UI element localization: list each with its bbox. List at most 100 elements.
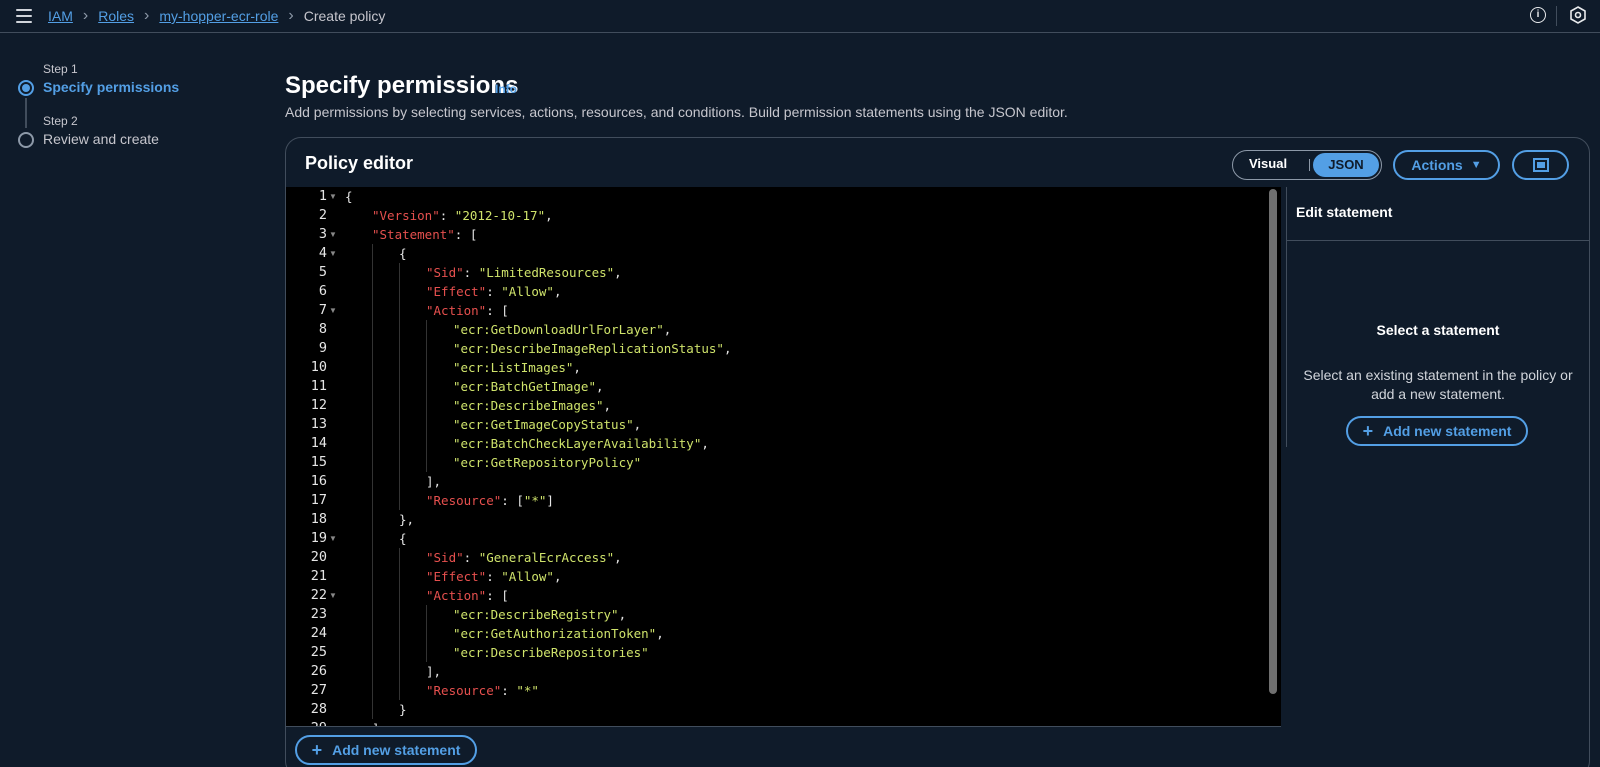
code-line[interactable]: "Sid": "GeneralEcrAccess",	[426, 548, 622, 567]
indent-guide	[426, 643, 427, 662]
json-punctuation: ],	[426, 664, 442, 679]
json-punctuation: ,	[701, 436, 709, 451]
divider	[1556, 6, 1557, 26]
top-navigation-bar: IAM › Roles › my-hopper-ecr-role › Creat…	[0, 0, 1600, 33]
json-punctuation: :	[439, 208, 455, 223]
json-string: "ecr:GetDownloadUrlForLayer"	[453, 322, 664, 337]
code-line[interactable]: "Action": [	[426, 301, 509, 320]
code-line[interactable]: "Effect": "Allow",	[426, 282, 562, 301]
breadcrumb-role[interactable]: my-hopper-ecr-role	[159, 8, 278, 24]
code-line[interactable]: "ecr:DescribeRepositories"	[453, 643, 649, 662]
json-punctuation: },	[399, 512, 415, 527]
indent-guide	[399, 301, 400, 320]
code-line[interactable]: "Effect": "Allow",	[426, 567, 562, 586]
indent-guide	[399, 434, 400, 453]
json-punctuation: ,	[545, 208, 553, 223]
code-line[interactable]: "Statement": [	[372, 225, 477, 244]
code-line[interactable]: "ecr:DescribeImageReplicationStatus",	[453, 339, 731, 358]
breadcrumb-roles[interactable]: Roles	[98, 8, 134, 24]
json-key: "Effect"	[426, 569, 487, 584]
indent-guide	[426, 453, 427, 472]
code-line[interactable]: "ecr:BatchCheckLayerAvailability",	[453, 434, 709, 453]
code-line[interactable]: "ecr:DescribeRegistry",	[453, 605, 626, 624]
fold-arrow-icon[interactable]: ▼	[329, 591, 337, 600]
json-string: "ecr:DescribeImageReplicationStatus"	[453, 341, 724, 356]
code-line[interactable]: "ecr:GetAuthorizationToken",	[453, 624, 664, 643]
info-icon[interactable]: i	[1530, 7, 1546, 23]
indent-guide	[372, 605, 373, 624]
code-line[interactable]: "Sid": "LimitedResources",	[426, 263, 622, 282]
fullscreen-icon	[1532, 158, 1549, 172]
info-link[interactable]: Info	[495, 82, 517, 96]
json-string: "Allow"	[501, 569, 554, 584]
indent-guide	[399, 567, 400, 586]
code-line[interactable]: "ecr:ListImages",	[453, 358, 581, 377]
line-number: 2	[318, 207, 327, 223]
json-string: "Allow"	[501, 284, 554, 299]
step-connector	[25, 98, 27, 128]
code-line[interactable]: ],	[426, 472, 441, 491]
add-new-statement-button[interactable]: + Add new statement	[295, 735, 477, 765]
editor-scrollbar-thumb[interactable]	[1269, 189, 1277, 694]
fold-arrow-icon[interactable]: ▼	[329, 230, 337, 239]
json-key: "Action"	[426, 588, 487, 603]
fold-arrow-icon[interactable]: ▼	[329, 534, 337, 543]
json-punctuation: {	[399, 531, 407, 546]
code-line[interactable]: {	[399, 244, 407, 263]
fullscreen-button[interactable]	[1512, 150, 1569, 180]
code-line[interactable]: }	[399, 700, 407, 719]
fold-arrow-icon[interactable]: ▼	[329, 249, 337, 258]
json-string: "*"	[523, 493, 547, 508]
json-punctuation: ,	[614, 265, 622, 280]
indent-guide	[372, 415, 373, 434]
code-line[interactable]: "Version": "2012-10-17",	[372, 206, 553, 225]
code-line[interactable]: ],	[426, 662, 441, 681]
json-punctuation: ,	[656, 626, 664, 641]
json-punctuation: : [	[486, 303, 509, 318]
step-active-icon	[18, 80, 34, 96]
line-number: 26	[310, 663, 327, 679]
actions-button[interactable]: Actions ▼	[1393, 150, 1500, 180]
mode-json-button[interactable]: JSON	[1313, 153, 1379, 177]
json-string: "ecr:DescribeRegistry"	[453, 607, 619, 622]
json-string: "ecr:GetImageCopyStatus"	[453, 417, 634, 432]
indent-guide	[399, 472, 400, 491]
code-line[interactable]: "Action": [	[426, 586, 509, 605]
code-area[interactable]: {"Version": "2012-10-17", "Statement": [{…	[343, 187, 1263, 727]
mode-visual-button[interactable]: Visual	[1249, 156, 1287, 171]
indent-guide	[426, 377, 427, 396]
code-line[interactable]: "ecr:BatchGetImage",	[453, 377, 604, 396]
code-line[interactable]: {	[345, 187, 353, 206]
code-line[interactable]: "ecr:GetImageCopyStatus",	[453, 415, 641, 434]
code-line[interactable]: "ecr:GetDownloadUrlForLayer",	[453, 320, 671, 339]
json-string: "LimitedResources"	[478, 265, 615, 280]
json-string: "ecr:BatchCheckLayerAvailability"	[453, 436, 702, 451]
menu-icon[interactable]	[16, 9, 32, 23]
json-string: "ecr:GetRepositoryPolicy"	[453, 455, 642, 470]
indent-guide	[399, 681, 400, 700]
fold-arrow-icon[interactable]: ▼	[329, 306, 337, 315]
breadcrumb-iam[interactable]: IAM	[48, 8, 73, 24]
editor-mode-toggle: Visual JSON	[1232, 150, 1382, 180]
json-code-editor[interactable]: 1 ▼ 2 3 ▼ 4 ▼ 5 6 7 ▼ 8 9 10 11 12 13 14 15 16 17 18 19 ▼ 20 21 22…	[286, 187, 1281, 727]
json-punctuation: : [	[486, 588, 509, 603]
code-line[interactable]: "Resource": "*"	[426, 681, 539, 700]
code-line[interactable]: {	[399, 529, 407, 548]
step-1-title[interactable]: Specify permissions	[43, 79, 179, 95]
breadcrumb: IAM › Roles › my-hopper-ecr-role › Creat…	[48, 7, 385, 25]
json-punctuation: ]	[546, 493, 554, 508]
indent-guide	[372, 662, 373, 681]
code-line[interactable]: "ecr:GetRepositoryPolicy"	[453, 453, 641, 472]
code-line[interactable]: "Resource": ["*"]	[426, 491, 554, 510]
json-string: "ecr:ListImages"	[453, 360, 574, 375]
step-2-label: Step 2	[43, 114, 78, 128]
fold-arrow-icon[interactable]: ▼	[329, 192, 337, 201]
code-line[interactable]: "ecr:DescribeImages",	[453, 396, 611, 415]
side-add-new-statement-button[interactable]: + Add new statement	[1346, 416, 1528, 446]
indent-guide	[399, 662, 400, 681]
indent-guide	[372, 548, 373, 567]
indent-guide	[399, 282, 400, 301]
settings-icon[interactable]	[1569, 6, 1587, 24]
code-line[interactable]: },	[399, 510, 414, 529]
plus-icon: +	[311, 740, 323, 760]
